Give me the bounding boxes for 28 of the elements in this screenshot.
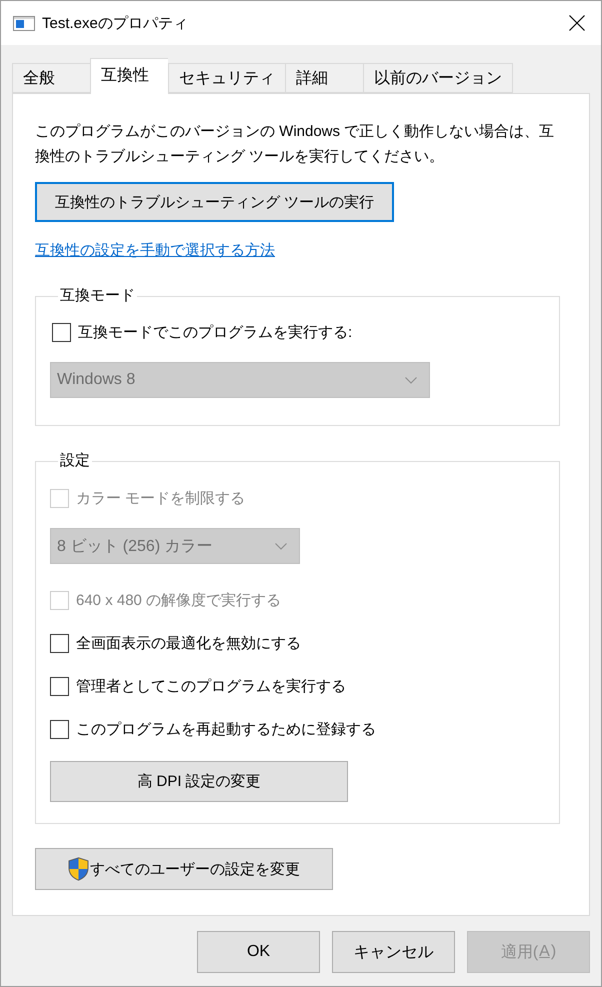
group-label: 設定 [59,452,91,470]
checkbox[interactable] [52,322,71,342]
tab[interactable]: 詳細 [285,63,363,93]
tab[interactable]: 互換性 [90,58,168,94]
checkbox[interactable] [50,720,69,738]
description-text: このプログラムがこのバージョンの Windows で正しく動作しない場合は、互換性のトラブルシューティング ツールを実行してください。 [35,122,556,167]
troubleshoot-button[interactable]: 互換性のトラブルシューティング ツールの実行 [35,182,394,222]
ok-button[interactable]: OK [197,931,320,973]
checkbox-label[interactable]: このプログラムを再起動するために登録する [76,720,376,738]
group-label: 互換モード [59,287,136,305]
chevron-down-icon [405,376,417,384]
help-link[interactable]: 互換性の設定を手動で選択する方法 [35,239,275,262]
window-icon [13,16,35,30]
checkbox-label[interactable]: 互換モードでこのプログラムを実行する: [78,322,352,342]
checkbox[interactable] [50,676,69,696]
checkbox[interactable] [50,634,69,652]
checkbox-label[interactable]: 全画面表示の最適化を無効にする [76,634,301,652]
window-title: Test.exeのプロパティ [42,14,189,32]
tab[interactable]: セキュリティ [168,63,285,93]
tab[interactable]: 全般 [12,63,90,93]
tab[interactable]: 以前のバージョン [363,63,513,93]
checkbox-label[interactable]: 管理者としてこのプログラムを実行する [76,676,346,696]
shield-icon [68,857,89,881]
high-dpi-button[interactable]: 高 DPI 設定の変更 [50,761,348,802]
chevron-down-icon [275,542,287,550]
cancel-button[interactable]: キャンセル [332,931,455,973]
all-users-settings-button[interactable]: すべてのユーザーの設定を変更 [35,848,333,890]
close-icon[interactable] [569,15,585,31]
